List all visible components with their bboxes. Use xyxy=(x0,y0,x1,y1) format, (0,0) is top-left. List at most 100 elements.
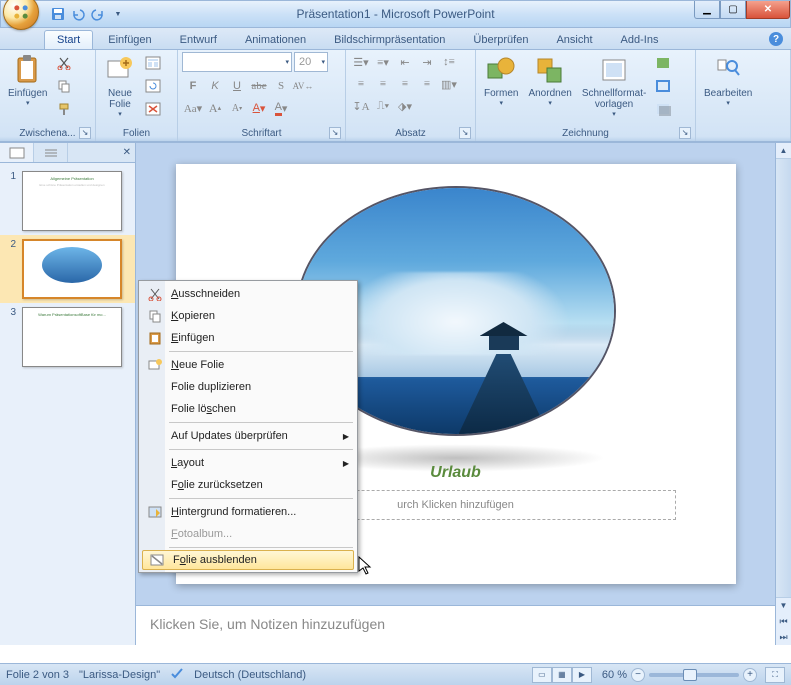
shape-outline-icon[interactable] xyxy=(652,75,674,97)
tab-animations[interactable]: Animationen xyxy=(232,30,319,49)
format-painter-icon[interactable] xyxy=(53,98,75,120)
tab-insert[interactable]: Einfügen xyxy=(95,30,164,49)
bold-button[interactable]: F xyxy=(182,76,204,96)
clipboard-dialog-icon[interactable]: ↘ xyxy=(79,127,91,139)
tab-design[interactable]: Entwurf xyxy=(167,30,230,49)
menu-updates[interactable]: Auf Updates überprüfen▶ xyxy=(141,425,355,447)
shape-fill-icon[interactable] xyxy=(652,52,674,74)
notes-pane[interactable]: Klicken Sie, um Notizen hinzuzufügen xyxy=(136,605,775,645)
tab-review[interactable]: Überprüfen xyxy=(460,30,541,49)
spacing-button[interactable]: AV↔ xyxy=(292,76,314,96)
new-slide-label: Neue Folie xyxy=(108,88,132,110)
new-slide-icon xyxy=(104,54,136,86)
menu-format-bg[interactable]: Hintergrund formatieren... xyxy=(141,501,355,523)
font-dialog-icon[interactable]: ↘ xyxy=(329,127,341,139)
thumbnail-2[interactable]: 2 xyxy=(0,235,135,303)
indent-inc-button[interactable]: ⇥ xyxy=(416,52,438,72)
slides-tab[interactable] xyxy=(0,143,34,162)
menu-cut[interactable]: Ausschneiden xyxy=(141,283,355,305)
reset-slide-icon[interactable] xyxy=(142,75,164,97)
save-icon[interactable] xyxy=(49,5,67,23)
copy-icon[interactable] xyxy=(53,75,75,97)
shapes-button[interactable]: Formen ▾ xyxy=(480,52,522,109)
numbering-button[interactable]: ≡▾ xyxy=(372,52,394,72)
vertical-scrollbar[interactable]: ▲ ▼ ⏮ ⏭ xyxy=(775,143,791,645)
font-size-combo[interactable]: 20▾ xyxy=(294,52,328,72)
italic-button[interactable]: K xyxy=(204,76,226,96)
zoom-in-button[interactable]: + xyxy=(743,668,757,682)
menu-duplicate[interactable]: Folie duplizieren xyxy=(141,376,355,398)
menu-new-slide[interactable]: Neue Folie xyxy=(141,354,355,376)
fit-window-button[interactable]: ⛶ xyxy=(765,667,785,683)
align-text-button[interactable]: ⎍▾ xyxy=(372,96,394,116)
sorter-view-button[interactable]: ▦ xyxy=(552,667,572,683)
zoom-value[interactable]: 60 % xyxy=(602,669,627,681)
paste-button[interactable]: Einfügen ▾ xyxy=(4,52,51,109)
tab-slideshow[interactable]: Bildschirmpräsentation xyxy=(321,30,458,49)
shape-effects-icon[interactable] xyxy=(652,98,674,120)
paragraph-dialog-icon[interactable]: ↘ xyxy=(459,127,471,139)
outline-tab[interactable] xyxy=(34,143,68,162)
qat-customize-icon[interactable]: ▼ xyxy=(109,5,127,23)
thumbnail-3[interactable]: 3 Warum PräsentationsoftBase für mo... xyxy=(0,303,135,371)
group-paragraph-label: Absatz↘ xyxy=(350,126,471,141)
shrink-font-button[interactable]: A▾ xyxy=(226,98,248,118)
new-slide-button[interactable]: Neue Folie ▾ xyxy=(100,52,140,120)
smartart-button[interactable]: ⬗▾ xyxy=(394,96,416,116)
scroll-up-icon[interactable]: ▲ xyxy=(776,143,791,159)
line-spacing-button[interactable]: ↕≡ xyxy=(438,52,460,72)
change-case-button[interactable]: Aa▾ xyxy=(182,98,204,118)
font-name-combo[interactable]: ▾ xyxy=(182,52,292,72)
menu-copy[interactable]: Kopieren xyxy=(141,305,355,327)
panel-close-icon[interactable]: ✕ xyxy=(123,147,131,158)
scroll-down-icon[interactable]: ▼ xyxy=(776,597,791,613)
tab-addins[interactable]: Add-Ins xyxy=(608,30,672,49)
thumbnail-1[interactable]: 1 Allgemeine PräsentationEine schöne Prä… xyxy=(0,167,135,235)
text-direction-button[interactable]: ↧A xyxy=(350,96,372,116)
align-right-button[interactable]: ≡ xyxy=(394,74,416,94)
align-center-button[interactable]: ≡ xyxy=(372,74,394,94)
menu-paste[interactable]: Einfügen xyxy=(141,327,355,349)
bullets-button[interactable]: ☰▾ xyxy=(350,52,372,72)
layout-icon[interactable] xyxy=(142,52,164,74)
justify-button[interactable]: ≡ xyxy=(416,74,438,94)
delete-slide-icon[interactable] xyxy=(142,98,164,120)
undo-icon[interactable] xyxy=(69,5,87,23)
slideshow-view-button[interactable]: ▶ xyxy=(572,667,592,683)
spellcheck-icon[interactable] xyxy=(170,666,184,683)
clear-format-button[interactable]: A▾ xyxy=(248,98,270,118)
strike-button[interactable]: abe xyxy=(248,76,270,96)
menu-reset[interactable]: Folie zurücksetzen xyxy=(141,474,355,496)
minimize-button[interactable]: ▁ xyxy=(694,1,720,19)
align-left-button[interactable]: ≡ xyxy=(350,74,372,94)
menu-delete[interactable]: Folie löschen xyxy=(141,398,355,420)
indent-dec-button[interactable]: ⇤ xyxy=(394,52,416,72)
grow-font-button[interactable]: A▴ xyxy=(204,98,226,118)
drawing-dialog-icon[interactable]: ↘ xyxy=(679,127,691,139)
arrange-button[interactable]: Anordnen ▾ xyxy=(524,52,575,109)
shapes-icon xyxy=(485,54,517,86)
zoom-slider[interactable] xyxy=(649,673,739,677)
next-slide-icon[interactable]: ⏭ xyxy=(776,629,791,645)
zoom-out-button[interactable]: − xyxy=(631,668,645,682)
cut-icon[interactable] xyxy=(53,52,75,74)
tab-start[interactable]: Start xyxy=(44,30,93,49)
quick-access-toolbar: ▼ xyxy=(49,5,127,23)
columns-button[interactable]: ▥▾ xyxy=(438,74,460,94)
prev-slide-icon[interactable]: ⏮ xyxy=(776,613,791,629)
font-color-button[interactable]: A▾ xyxy=(270,98,292,118)
tab-view[interactable]: Ansicht xyxy=(543,30,605,49)
redo-icon[interactable] xyxy=(89,5,107,23)
maximize-button[interactable]: ▢ xyxy=(720,1,746,19)
normal-view-button[interactable]: ▭ xyxy=(532,667,552,683)
menu-layout[interactable]: Layout▶ xyxy=(141,452,355,474)
close-button[interactable]: ✕ xyxy=(746,1,790,19)
editing-button[interactable]: Bearbeiten ▾ xyxy=(700,52,756,109)
underline-button[interactable]: U xyxy=(226,76,248,96)
quickstyles-button[interactable]: Schnellformat- vorlagen ▾ xyxy=(578,52,650,120)
shadow-button[interactable]: S xyxy=(270,76,292,96)
help-icon[interactable]: ? xyxy=(769,32,783,46)
menu-hide-slide[interactable]: Folie ausblenden xyxy=(142,550,354,570)
status-language[interactable]: Deutsch (Deutschland) xyxy=(194,669,306,681)
office-button[interactable] xyxy=(3,0,39,30)
